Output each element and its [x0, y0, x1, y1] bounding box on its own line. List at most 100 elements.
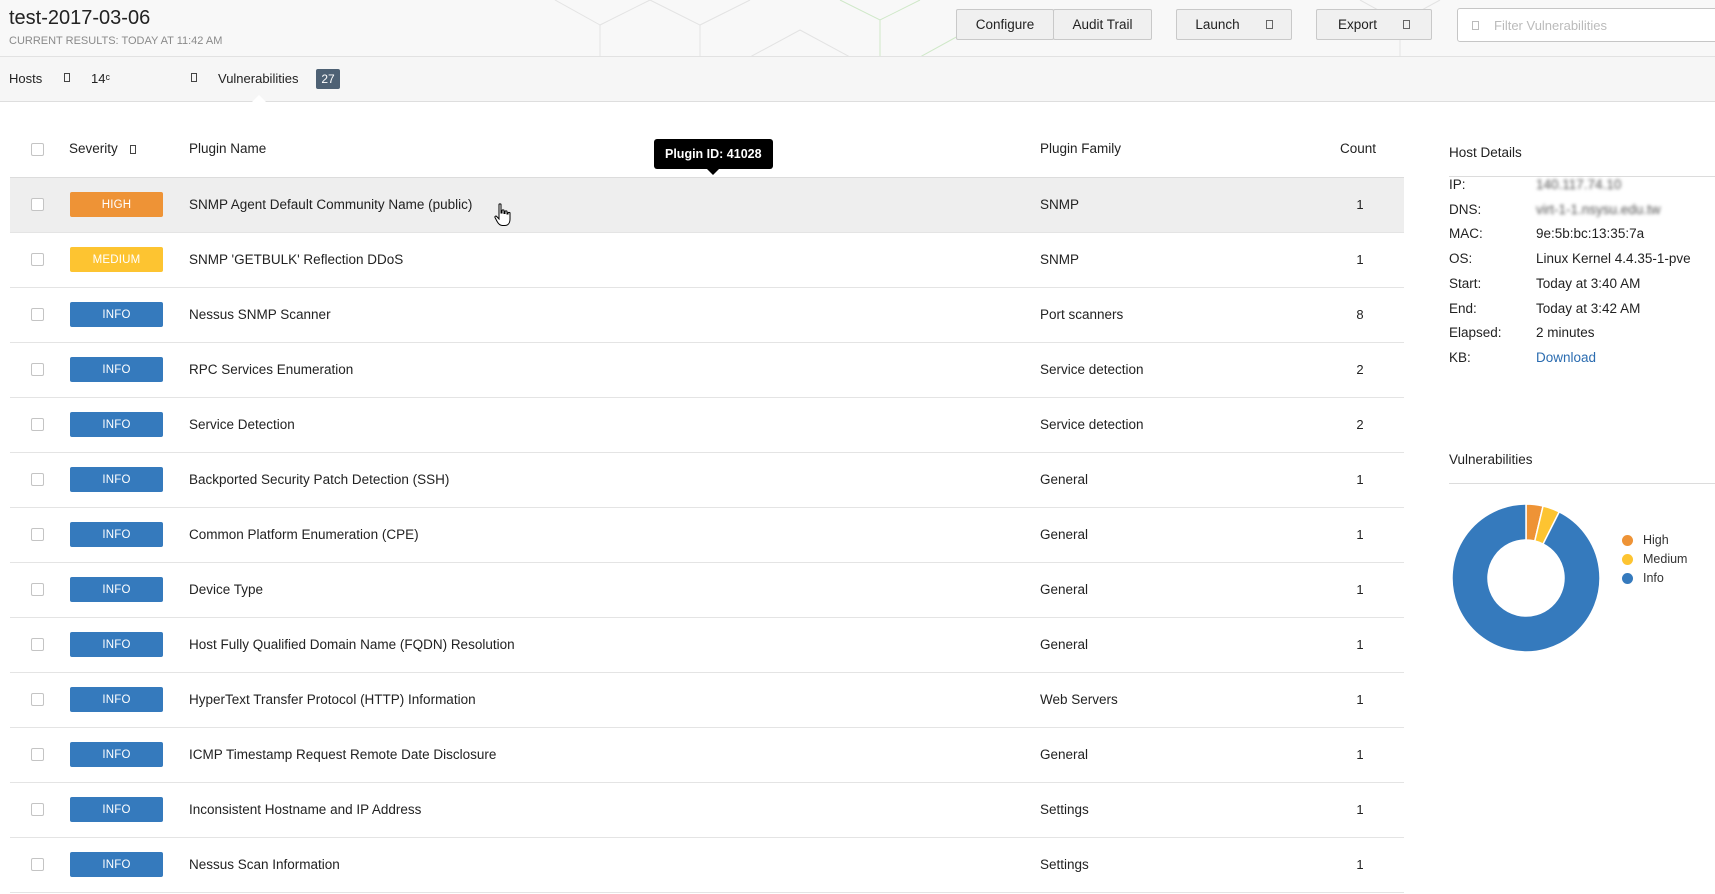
table-row[interactable]: INFO Nessus Scan Information Settings 1 [10, 838, 1404, 893]
audit-trail-button-label: Audit Trail [1072, 17, 1133, 32]
row-checkbox[interactable] [31, 528, 44, 541]
table-row[interactable]: INFO Device Type General 1 [10, 563, 1404, 618]
tab-vulnerabilities[interactable]: Vulnerabilities [218, 71, 298, 86]
plugin-family: SNMP [1040, 197, 1080, 212]
severity-badge: INFO [70, 522, 163, 547]
host-detail-value: 9e:5b:bc:13:35:7a [1536, 226, 1645, 241]
row-checkbox[interactable] [31, 308, 44, 321]
table-row[interactable]: INFO Inconsistent Hostname and IP Address… [10, 783, 1404, 838]
plugin-family: Service detection [1040, 362, 1144, 377]
row-checkbox[interactable] [31, 803, 44, 816]
plugin-name[interactable]: Nessus Scan Information [189, 857, 340, 872]
severity-badge: INFO [70, 687, 163, 712]
table-row[interactable]: HIGH SNMP Agent Default Community Name (p… [10, 178, 1404, 233]
scan-results-timestamp: CURRENT RESULTS: TODAY AT 11:42 AM [9, 35, 223, 47]
severity-badge: INFO [70, 412, 163, 437]
host-detail-value: virt-1-1.nsysu.edu.tw [1536, 202, 1661, 217]
plugin-family: Settings [1040, 802, 1089, 817]
donut-slice-info[interactable] [1451, 503, 1601, 653]
legend-item: High [1622, 533, 1669, 547]
table-row[interactable]: INFO Backported Security Patch Detection … [10, 453, 1404, 508]
column-header-severity[interactable]: Severity [69, 141, 136, 156]
row-checkbox[interactable] [31, 418, 44, 431]
host-detail-label: Elapsed: [1449, 325, 1502, 340]
export-button[interactable]: Export [1316, 9, 1432, 40]
audit-trail-button[interactable]: Audit Trail [1053, 9, 1152, 40]
plugin-name[interactable]: ICMP Timestamp Request Remote Date Discl… [189, 747, 496, 762]
plugin-family: General [1040, 527, 1089, 542]
configure-button-label: Configure [975, 17, 1035, 32]
plugin-family: SNMP [1040, 252, 1080, 267]
tab-host-ip[interactable]: 14ᶜ [91, 71, 110, 86]
row-checkbox[interactable] [31, 363, 44, 376]
column-header-count[interactable]: Count [1340, 141, 1376, 156]
column-header-plugin-family[interactable]: Plugin Family [1040, 141, 1121, 156]
plugin-name[interactable]: Common Platform Enumeration (CPE) [189, 527, 419, 542]
severity-badge: INFO [70, 302, 163, 327]
plugin-count: 1 [1356, 857, 1364, 872]
page-title: test-2017-03-06 [9, 7, 151, 29]
plugin-count: 1 [1356, 582, 1364, 597]
plugin-count: 1 [1356, 197, 1364, 212]
plugin-count: 1 [1356, 802, 1364, 817]
select-all-checkbox[interactable] [31, 143, 44, 156]
row-checkbox[interactable] [31, 583, 44, 596]
row-checkbox[interactable] [31, 473, 44, 486]
configure-button[interactable]: Configure [956, 9, 1054, 40]
severity-badge: INFO [70, 632, 163, 657]
row-checkbox[interactable] [31, 693, 44, 706]
legend-label: Info [1643, 571, 1664, 585]
table-row[interactable]: INFO Host Fully Qualified Domain Name (FQ… [10, 618, 1404, 673]
plugin-family: Web Servers [1040, 692, 1118, 707]
column-header-plugin-name[interactable]: Plugin Name [189, 141, 266, 156]
row-checkbox[interactable] [31, 638, 44, 651]
plugin-name[interactable]: Host Fully Qualified Domain Name (FQDN) … [189, 637, 515, 652]
plugin-family: General [1040, 472, 1089, 487]
plugin-name[interactable]: SNMP 'GETBULK' Reflection DDoS [189, 252, 403, 267]
plugin-count: 8 [1356, 307, 1364, 322]
plugin-name[interactable]: HyperText Transfer Protocol (HTTP) Infor… [189, 692, 476, 707]
table-row[interactable]: INFO ICMP Timestamp Request Remote Date D… [10, 728, 1404, 783]
plugin-count: 2 [1356, 417, 1364, 432]
host-detail-value: Linux Kernel 4.4.35-1-pve [1536, 251, 1691, 266]
severity-badge: INFO [70, 467, 163, 492]
vulnerabilities-count-badge: 27 [316, 69, 340, 89]
table-row[interactable]: INFO Common Platform Enumeration (CPE) Gen… [10, 508, 1404, 563]
plugin-name[interactable]: Device Type [189, 582, 263, 597]
host-detail-label: DNS: [1449, 202, 1482, 217]
plugin-family: General [1040, 747, 1089, 762]
plugin-count: 1 [1356, 252, 1364, 267]
row-checkbox[interactable] [31, 253, 44, 266]
severity-badge: INFO [70, 852, 163, 877]
table-body: HIGH SNMP Agent Default Community Name (p… [10, 178, 1404, 893]
table-row[interactable]: INFO RPC Services Enumeration Service dete… [10, 343, 1404, 398]
active-tab-pointer [252, 95, 266, 102]
plugin-family: General [1040, 637, 1089, 652]
table-row[interactable]: MEDIUM SNMP 'GETBULK' Reflection DDoS SNMP… [10, 233, 1404, 288]
table-row[interactable]: INFO Service Detection Service detection 2 [10, 398, 1404, 453]
row-checkbox[interactable] [31, 198, 44, 211]
severity-badge: INFO [70, 742, 163, 767]
plugin-family: General [1040, 582, 1089, 597]
host-detail-label: IP: [1449, 177, 1466, 192]
plugin-family: Service detection [1040, 417, 1144, 432]
host-details-panel: Host Details IP: 140.117.74.10 DNS: virt-1-… [1449, 0, 1715, 894]
launch-button[interactable]: Launch [1176, 9, 1292, 40]
kb-download-link[interactable]: Download [1536, 350, 1596, 365]
plugin-name[interactable]: SNMP Agent Default Community Name (publi… [189, 197, 472, 212]
plugin-name[interactable]: Backported Security Patch Detection (SSH… [189, 472, 449, 487]
severity-badge: INFO [70, 797, 163, 822]
plugin-name[interactable]: Service Detection [189, 417, 295, 432]
dropdown-icon [1403, 20, 1411, 29]
severity-donut-chart [1451, 503, 1601, 653]
tab-hosts[interactable]: Hosts [9, 71, 42, 86]
plugin-count: 1 [1356, 472, 1364, 487]
plugin-name[interactable]: Nessus SNMP Scanner [189, 307, 331, 322]
row-checkbox[interactable] [31, 748, 44, 761]
table-row[interactable]: INFO Nessus SNMP Scanner Port scanners 8 [10, 288, 1404, 343]
plugin-name[interactable]: RPC Services Enumeration [189, 362, 353, 377]
row-checkbox[interactable] [31, 858, 44, 871]
legend-label: High [1643, 533, 1669, 547]
table-row[interactable]: INFO HyperText Transfer Protocol (HTTP) I… [10, 673, 1404, 728]
plugin-name[interactable]: Inconsistent Hostname and IP Address [189, 802, 421, 817]
